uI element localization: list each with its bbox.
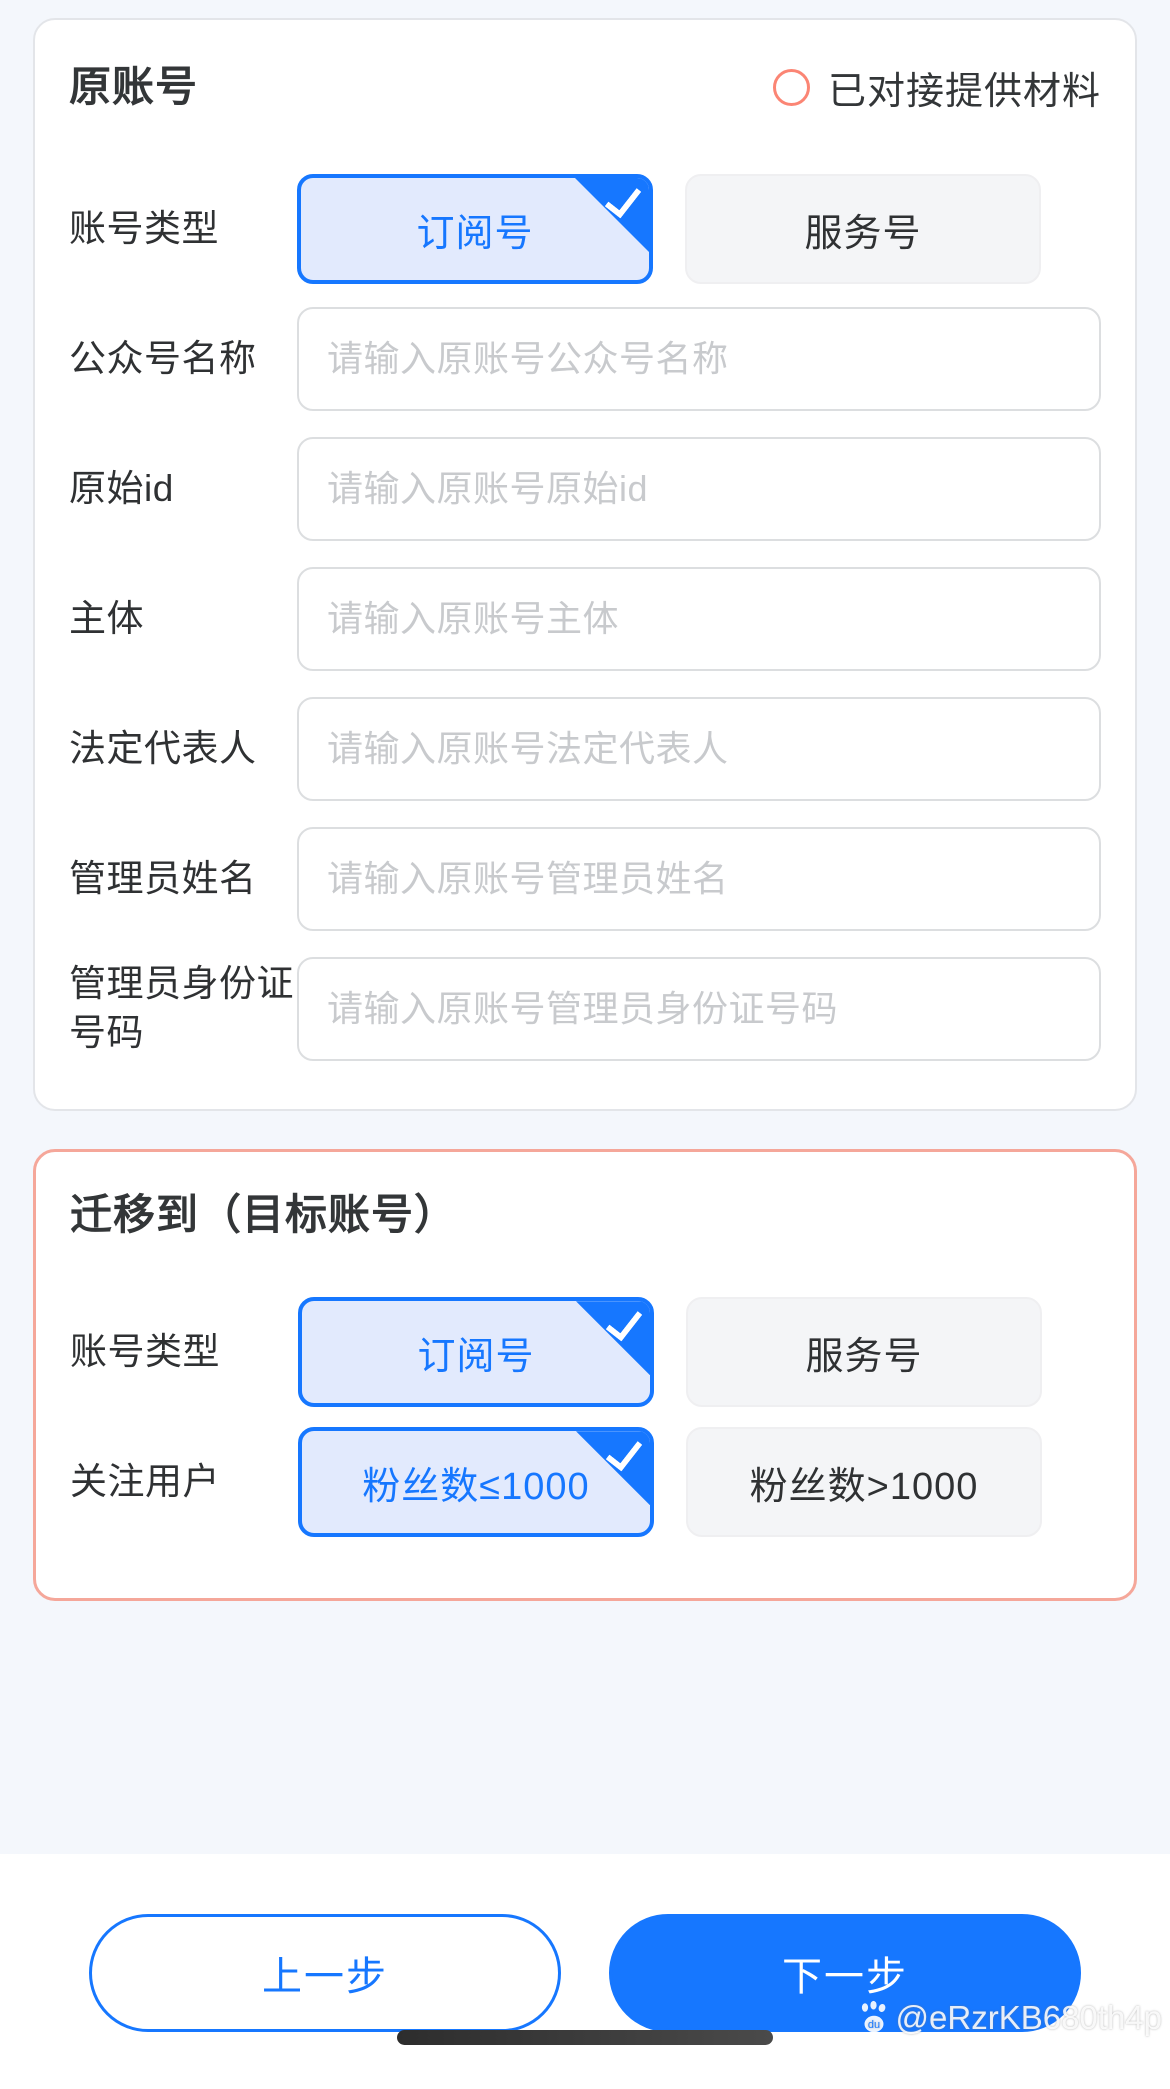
origin-account-type-control: 订阅号 服务号 (297, 174, 1101, 284)
target-account-type-option-service[interactable]: 服务号 (686, 1297, 1042, 1408)
target-follower-count-option-gt-1000[interactable]: 粉丝数>1000 (686, 1427, 1042, 1538)
target-card-title: 迁移到（目标账号） (70, 1191, 458, 1238)
origin-account-name-input[interactable] (297, 307, 1101, 411)
origin-row-entity: 主体 (69, 563, 1101, 675)
origin-row-label: 管理员身份证号码 (69, 963, 294, 1053)
origin-admin-name-input[interactable] (297, 827, 1101, 931)
chip-label: 服务号 (805, 1335, 923, 1378)
target-card-header: 迁移到（目标账号） (70, 1191, 1100, 1238)
target-follower-count-option-lte-1000[interactable]: 粉丝数≤1000 (298, 1427, 654, 1538)
chip-label: 订阅号 (416, 212, 534, 255)
origin-row-account-name: 公众号名称 (69, 303, 1101, 415)
previous-step-button[interactable]: 上一步 (89, 1914, 561, 2032)
origin-row-original-id: 原始id (69, 433, 1101, 545)
target-row-account-type: 账号类型 订阅号 服务号 (70, 1296, 1100, 1408)
origin-row-admin-id-number: 管理员身份证号码 (69, 953, 1101, 1065)
origin-material-status-label: 已对接提供材料 (827, 71, 1101, 113)
origin-row-label: 账号类型 (69, 207, 219, 249)
chip-label: 服务号 (804, 212, 922, 255)
origin-row-label: 主体 (69, 597, 144, 639)
phone-screen: 原账号 已对接提供材料 账号类型 订阅号 服务号 公众号名称 请输入原账号公众号… (0, 0, 1170, 2089)
origin-original-id-input[interactable] (297, 437, 1101, 541)
origin-row-admin-name: 管理员姓名 (69, 823, 1101, 935)
origin-card-header: 原账号 已对接提供材料 (69, 60, 1101, 115)
origin-account-card: 原账号 已对接提供材料 账号类型 订阅号 服务号 公众号名称 请输入原账号公众号… (33, 18, 1137, 1111)
selected-check-icon (576, 1431, 650, 1506)
target-row-follower-count: 关注用户 粉丝数≤1000 粉丝数>1000 (70, 1426, 1100, 1538)
origin-legal-rep-input[interactable] (297, 697, 1101, 801)
chip-label: 订阅号 (417, 1335, 535, 1378)
origin-row-label: 公众号名称 (69, 337, 257, 379)
target-account-card: 迁移到（目标账号） 账号类型 订阅号 服务号 关注用户 粉丝数≤1000 粉丝数… (33, 1149, 1137, 1602)
origin-card-title: 原账号 (69, 63, 199, 111)
origin-account-type-chips: 订阅号 服务号 (297, 174, 1041, 284)
origin-row-account-type: 账号类型 订阅号 服务号 (69, 173, 1101, 285)
origin-account-type-option-service[interactable]: 服务号 (685, 174, 1041, 284)
target-follower-count-chips: 粉丝数≤1000 粉丝数>1000 (298, 1427, 1042, 1538)
target-row-label: 账号类型 (70, 1330, 220, 1372)
bottom-action-bar: 上一步 下一步 (0, 1854, 1170, 2089)
form-scroll-area[interactable]: 原账号 已对接提供材料 账号类型 订阅号 服务号 公众号名称 请输入原账号公众号… (0, 0, 1170, 1854)
target-account-type-chips: 订阅号 服务号 (298, 1297, 1042, 1408)
target-row-label: 关注用户 (70, 1460, 220, 1502)
origin-row-label: 原始id (69, 467, 174, 509)
selected-check-icon (576, 1301, 650, 1376)
origin-row-legal-rep: 法定代表人 (69, 693, 1101, 805)
origin-entity-input[interactable] (297, 567, 1101, 671)
target-account-type-option-subscription[interactable]: 订阅号 (298, 1297, 654, 1408)
chip-label: 粉丝数≤1000 (362, 1465, 590, 1508)
origin-account-type-option-subscription[interactable]: 订阅号 (297, 174, 653, 284)
origin-row-label: 管理员姓名 (69, 857, 257, 899)
origin-admin-id-number-input[interactable] (297, 957, 1101, 1061)
selected-check-icon (575, 178, 649, 252)
origin-material-status[interactable]: 已对接提供材料 (772, 60, 1101, 115)
radio-circle-icon[interactable] (772, 69, 810, 106)
chip-label: 粉丝数>1000 (749, 1465, 979, 1508)
next-step-button[interactable]: 下一步 (609, 1914, 1081, 2032)
home-indicator (397, 2030, 773, 2045)
origin-row-label: 法定代表人 (69, 727, 257, 769)
